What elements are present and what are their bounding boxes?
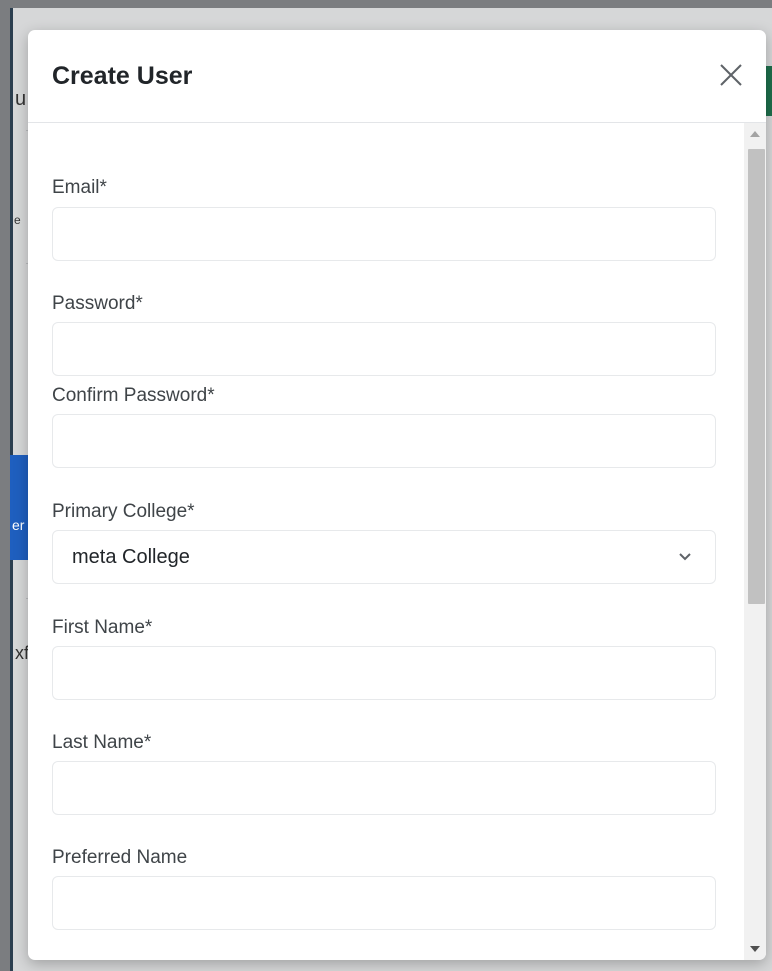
preferred-name-field[interactable] — [52, 876, 716, 930]
first-name-label: First Name* — [52, 617, 153, 638]
email-label: Email* — [52, 177, 107, 198]
create-user-modal: Create User Email* Password* Confirm Pas… — [28, 30, 766, 960]
primary-college-select[interactable]: meta College — [52, 530, 716, 584]
background-text-fragment: xf — [15, 643, 30, 663]
scrollbar-thumb[interactable] — [748, 149, 765, 604]
chevron-down-icon — [679, 553, 691, 561]
last-name-field[interactable] — [52, 761, 716, 815]
confirm-password-field[interactable] — [52, 414, 716, 468]
password-field[interactable] — [52, 322, 716, 376]
scroll-up-arrow-icon[interactable] — [744, 127, 766, 141]
modal-body: Email* Password* Confirm Password* Prima… — [28, 123, 766, 960]
background-text-fragment: er — [12, 517, 25, 533]
preferred-name-label: Preferred Name — [52, 847, 188, 868]
confirm-password-label: Confirm Password* — [52, 385, 215, 406]
email-field[interactable] — [52, 207, 716, 261]
background-text-fragment: e — [14, 213, 21, 227]
close-icon — [720, 64, 742, 86]
primary-college-label: Primary College* — [52, 501, 195, 522]
password-label: Password* — [52, 293, 143, 314]
first-name-field[interactable] — [52, 646, 716, 700]
last-name-label: Last Name* — [52, 732, 152, 753]
modal-title: Create User — [52, 62, 193, 90]
modal-header: Create User — [28, 30, 766, 123]
close-button[interactable] — [718, 62, 744, 88]
scroll-down-arrow-icon[interactable] — [744, 942, 766, 956]
modal-scrollbar[interactable] — [744, 123, 766, 960]
background-blue-button: er — [10, 455, 28, 560]
primary-college-value: meta College — [72, 546, 190, 568]
background-text-fragment: u — [15, 88, 27, 110]
